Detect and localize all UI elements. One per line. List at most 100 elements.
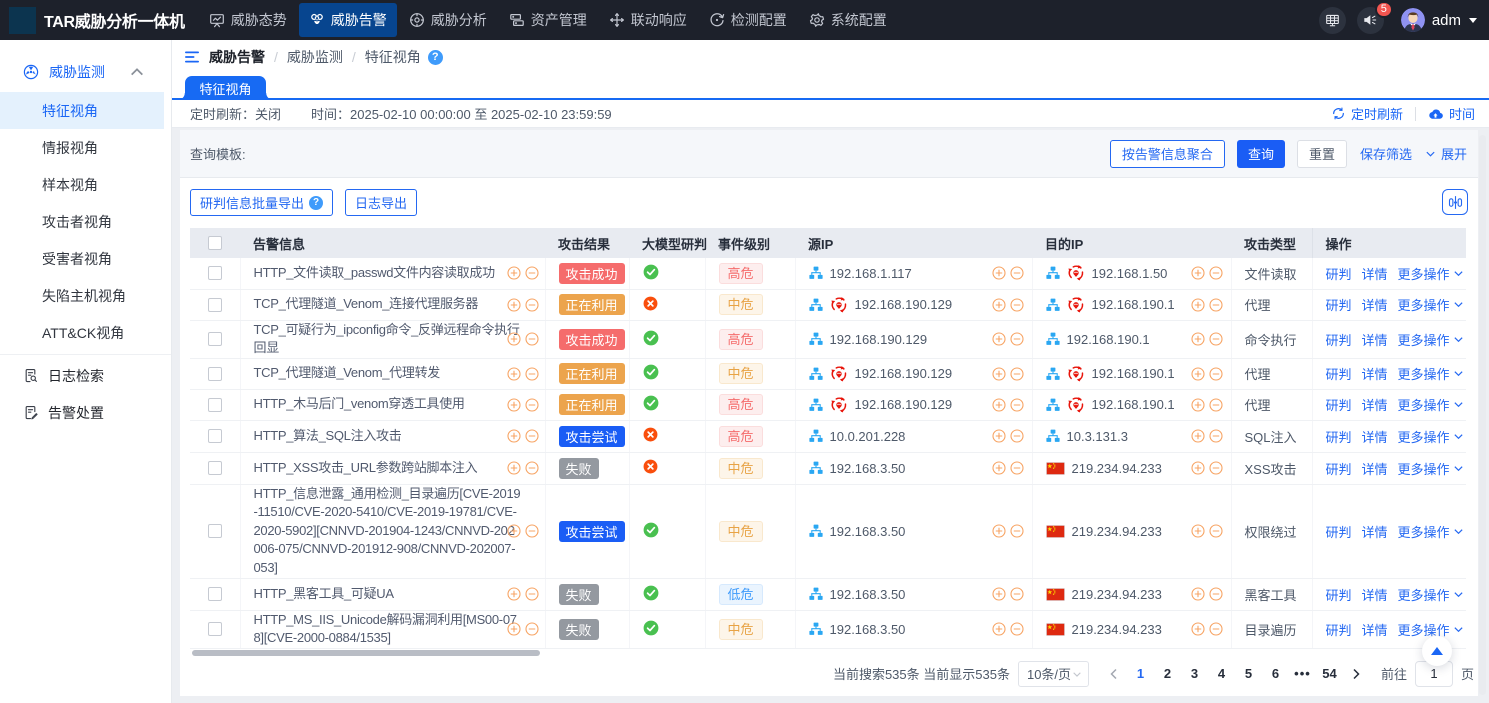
plus-circle-icon[interactable] <box>507 298 521 312</box>
minus-circle-icon[interactable] <box>525 461 539 475</box>
ip-address[interactable]: 192.168.190.129 <box>830 332 928 347</box>
minus-circle-icon[interactable] <box>1010 524 1024 538</box>
ip-address[interactable]: 192.168.190.1 <box>1067 332 1150 347</box>
ip-address[interactable]: 219.234.94.233 <box>1072 461 1162 476</box>
ip-address[interactable]: 10.0.201.228 <box>830 429 906 444</box>
plus-circle-icon[interactable] <box>507 266 521 280</box>
judge-link[interactable]: 研判 <box>1326 525 1352 540</box>
row-checkbox[interactable] <box>208 367 222 381</box>
page-number-4[interactable]: 4 <box>1208 661 1235 687</box>
search-button[interactable]: 查询 <box>1237 140 1285 168</box>
nav-item-6[interactable]: 系统配置 <box>799 3 897 37</box>
ip-address[interactable]: 219.234.94.233 <box>1072 587 1162 602</box>
minus-circle-icon[interactable] <box>1209 587 1223 601</box>
breadcrumb-item-0[interactable]: 威胁告警 <box>209 47 265 67</box>
sidebar-item-3[interactable]: 攻击者视角 <box>0 203 164 240</box>
plus-circle-icon[interactable] <box>507 429 521 443</box>
minus-circle-icon[interactable] <box>525 266 539 280</box>
auto-refresh-button[interactable]: 定时刷新 <box>1332 104 1403 123</box>
detail-link[interactable]: 详情 <box>1362 398 1388 413</box>
more-actions-link[interactable]: 更多操作 <box>1398 364 1464 383</box>
sidebar-item-4[interactable]: 受害者视角 <box>0 240 164 277</box>
page-number-6[interactable]: 6 <box>1262 661 1289 687</box>
expand-link[interactable]: 展开 <box>1425 144 1467 163</box>
user-caret-icon[interactable] <box>1469 18 1477 23</box>
minus-circle-icon[interactable] <box>1010 298 1024 312</box>
judge-link[interactable]: 研判 <box>1326 623 1352 638</box>
plus-circle-icon[interactable] <box>1191 622 1205 636</box>
ip-address[interactable]: 192.168.1.117 <box>830 266 912 281</box>
minus-circle-icon[interactable] <box>1010 266 1024 280</box>
detail-link[interactable]: 详情 <box>1362 525 1388 540</box>
plus-circle-icon[interactable] <box>992 266 1006 280</box>
plus-circle-icon[interactable] <box>507 622 521 636</box>
minus-circle-icon[interactable] <box>525 367 539 381</box>
column-settings-button[interactable] <box>1442 189 1468 215</box>
detail-link[interactable]: 详情 <box>1362 462 1388 477</box>
detail-link[interactable]: 详情 <box>1362 623 1388 638</box>
row-checkbox[interactable] <box>208 429 222 443</box>
plus-circle-icon[interactable] <box>507 587 521 601</box>
plus-circle-icon[interactable] <box>507 332 521 346</box>
more-actions-link[interactable]: 更多操作 <box>1398 295 1464 314</box>
plus-circle-icon[interactable] <box>992 398 1006 412</box>
minus-circle-icon[interactable] <box>525 298 539 312</box>
help-icon[interactable]: ? <box>428 50 443 65</box>
plus-circle-icon[interactable] <box>992 367 1006 381</box>
judge-link[interactable]: 研判 <box>1326 367 1352 382</box>
plus-circle-icon[interactable] <box>1191 298 1205 312</box>
minus-circle-icon[interactable] <box>1209 398 1223 412</box>
judge-link[interactable]: 研判 <box>1326 298 1352 313</box>
plus-circle-icon[interactable] <box>992 587 1006 601</box>
more-actions-link[interactable]: 更多操作 <box>1398 522 1464 541</box>
bigscreen-button[interactable] <box>1319 7 1346 34</box>
plus-circle-icon[interactable] <box>992 461 1006 475</box>
plus-circle-icon[interactable] <box>1191 461 1205 475</box>
plus-circle-icon[interactable] <box>1191 429 1205 443</box>
detail-link[interactable]: 详情 <box>1362 333 1388 348</box>
more-actions-link[interactable]: 更多操作 <box>1398 395 1464 414</box>
row-checkbox[interactable] <box>208 622 222 636</box>
minus-circle-icon[interactable] <box>1209 524 1223 538</box>
reset-button[interactable]: 重置 <box>1297 140 1347 168</box>
minus-circle-icon[interactable] <box>525 398 539 412</box>
judge-link[interactable]: 研判 <box>1326 462 1352 477</box>
plus-circle-icon[interactable] <box>507 461 521 475</box>
chevron-up-icon[interactable] <box>129 64 145 80</box>
nav-item-5[interactable]: 检测配置 <box>699 3 797 37</box>
sidebar-item-0[interactable]: 特征视角 <box>0 92 164 129</box>
horizontal-scrollbar-thumb[interactable] <box>192 650 540 656</box>
sidebar-item-6[interactable]: ATT&CK视角 <box>0 314 164 351</box>
plus-circle-icon[interactable] <box>1191 398 1205 412</box>
row-checkbox[interactable] <box>208 524 222 538</box>
breadcrumb-item-2[interactable]: 特征视角 <box>365 47 421 67</box>
plus-circle-icon[interactable] <box>992 332 1006 346</box>
more-actions-link[interactable]: 更多操作 <box>1398 459 1464 478</box>
page-number-1[interactable]: 1 <box>1127 661 1154 687</box>
ip-address[interactable]: 192.168.190.129 <box>855 366 953 381</box>
detail-link[interactable]: 详情 <box>1362 430 1388 445</box>
tab-feature-view[interactable]: 特征视角 <box>185 76 266 100</box>
judge-link[interactable]: 研判 <box>1326 588 1352 603</box>
detail-link[interactable]: 详情 <box>1362 367 1388 382</box>
plus-circle-icon[interactable] <box>992 298 1006 312</box>
minus-circle-icon[interactable] <box>1209 461 1223 475</box>
minus-circle-icon[interactable] <box>1010 398 1024 412</box>
aggregate-button[interactable]: 按告警信息聚合 <box>1110 140 1225 168</box>
minus-circle-icon[interactable] <box>1209 332 1223 346</box>
notification-button[interactable]: 5 <box>1357 7 1384 34</box>
more-actions-link[interactable]: 更多操作 <box>1398 620 1464 639</box>
ip-address[interactable]: 192.168.190.1 <box>1092 366 1175 381</box>
judge-link[interactable]: 研判 <box>1326 267 1352 282</box>
row-checkbox[interactable] <box>208 266 222 280</box>
sidebar-item-5[interactable]: 失陷主机视角 <box>0 277 164 314</box>
nav-item-2[interactable]: 威胁分析 <box>399 3 497 37</box>
username[interactable]: adm <box>1432 12 1461 29</box>
plus-circle-icon[interactable] <box>1191 587 1205 601</box>
vertical-scrollbar[interactable] <box>1479 135 1486 695</box>
minus-circle-icon[interactable] <box>1209 429 1223 443</box>
more-actions-link[interactable]: 更多操作 <box>1398 427 1464 446</box>
minus-circle-icon[interactable] <box>525 524 539 538</box>
judge-link[interactable]: 研判 <box>1326 398 1352 413</box>
sidebar-item-1[interactable]: 情报视角 <box>0 129 164 166</box>
